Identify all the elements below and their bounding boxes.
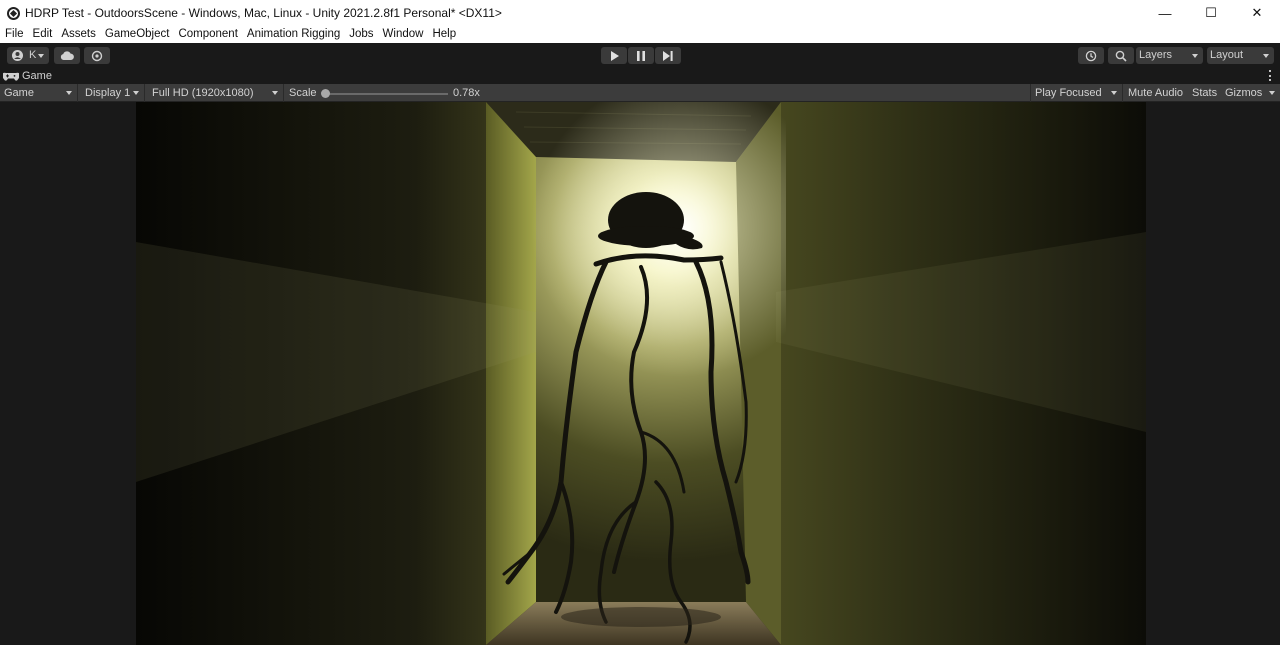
resolution-label: Full HD (1920x1080) [152,87,254,99]
menu-gameobject[interactable]: GameObject [100,26,174,43]
minimize-button[interactable]: — [1142,0,1188,26]
unity-logo-icon [7,6,20,20]
scale-slider-track[interactable] [326,92,448,95]
chevron-down-icon [1269,91,1275,95]
gizmos-label: Gizmos [1225,87,1263,99]
maximize-button[interactable]: ☐ [1188,0,1234,26]
play-focused-dropdown[interactable]: Play Focused [1030,84,1123,102]
view-mode-dropdown[interactable]: Game [0,84,78,102]
history-button[interactable] [1078,47,1104,64]
window-controls: — ☐ ✕ [1142,0,1280,26]
tab-options-icon[interactable] [1269,70,1272,81]
tab-game-label: Game [22,70,52,82]
menu-help[interactable]: Help [428,26,461,43]
layers-label: Layers [1139,49,1173,61]
menu-jobs[interactable]: Jobs [345,26,378,43]
account-icon [12,50,23,61]
display-dropdown[interactable]: Display 1 [81,84,145,102]
play-icon [610,50,619,61]
gamepad-icon [3,72,19,81]
stats-toggle[interactable]: Stats [1192,84,1217,102]
view-mode-label: Game [4,87,34,99]
game-viewport[interactable] [136,102,1146,645]
scale-label: Scale [289,87,317,99]
chevron-down-icon [38,54,44,58]
chevron-down-icon [1192,54,1198,58]
gizmos-dropdown[interactable]: Gizmos [1221,84,1280,102]
main-toolbar: K Layers Layout [0,43,1280,68]
pause-icon [637,50,645,61]
step-icon [663,50,673,61]
chevron-down-icon [1263,54,1269,58]
window-title-bar: HDRP Test - OutdoorsScene - Windows, Mac… [0,0,1280,26]
account-dropdown[interactable]: K [7,47,49,64]
chevron-down-icon [66,91,72,95]
game-tab-header: Game [0,68,1280,84]
scale-slider-handle[interactable] [321,88,330,98]
menu-window[interactable]: Window [378,26,428,43]
pause-button[interactable] [628,47,654,64]
layout-dropdown[interactable]: Layout [1207,47,1274,64]
chevron-down-icon [1111,91,1117,95]
play-focused-label: Play Focused [1035,87,1102,99]
history-icon [1085,50,1097,61]
layers-dropdown[interactable]: Layers [1136,47,1203,64]
scale-value: 0.78x [453,87,480,99]
close-button[interactable]: ✕ [1234,0,1280,26]
chevron-down-icon [272,91,278,95]
window-title: HDRP Test - OutdoorsScene - Windows, Mac… [25,6,502,20]
display-label: Display 1 [85,87,131,99]
menu-component[interactable]: Component [174,26,242,43]
tab-game[interactable]: Game [3,68,52,84]
menu-animation-rigging[interactable]: Animation Rigging [242,26,344,43]
layout-label: Layout [1210,49,1244,61]
step-button[interactable] [655,47,681,64]
mute-audio-toggle[interactable]: Mute Audio [1128,84,1183,102]
resolution-dropdown[interactable]: Full HD (1920x1080) [148,84,284,102]
chevron-down-icon [133,91,139,95]
search-icon [1115,50,1127,62]
menu-file[interactable]: File [0,26,28,43]
menu-assets[interactable]: Assets [57,26,101,43]
game-view-toolbar: Game Display 1 Full HD (1920x1080) Scale… [0,84,1280,102]
menu-bar: File Edit Assets GameObject Component An… [0,26,1280,43]
game-render-image [136,102,1146,645]
search-button[interactable] [1108,47,1134,64]
collab-button[interactable] [84,47,110,64]
menu-edit[interactable]: Edit [28,26,57,43]
play-button[interactable] [601,47,627,64]
collab-icon [91,50,103,61]
cloud-button[interactable] [54,47,80,64]
account-label: K [29,49,37,61]
cloud-icon [60,51,74,60]
